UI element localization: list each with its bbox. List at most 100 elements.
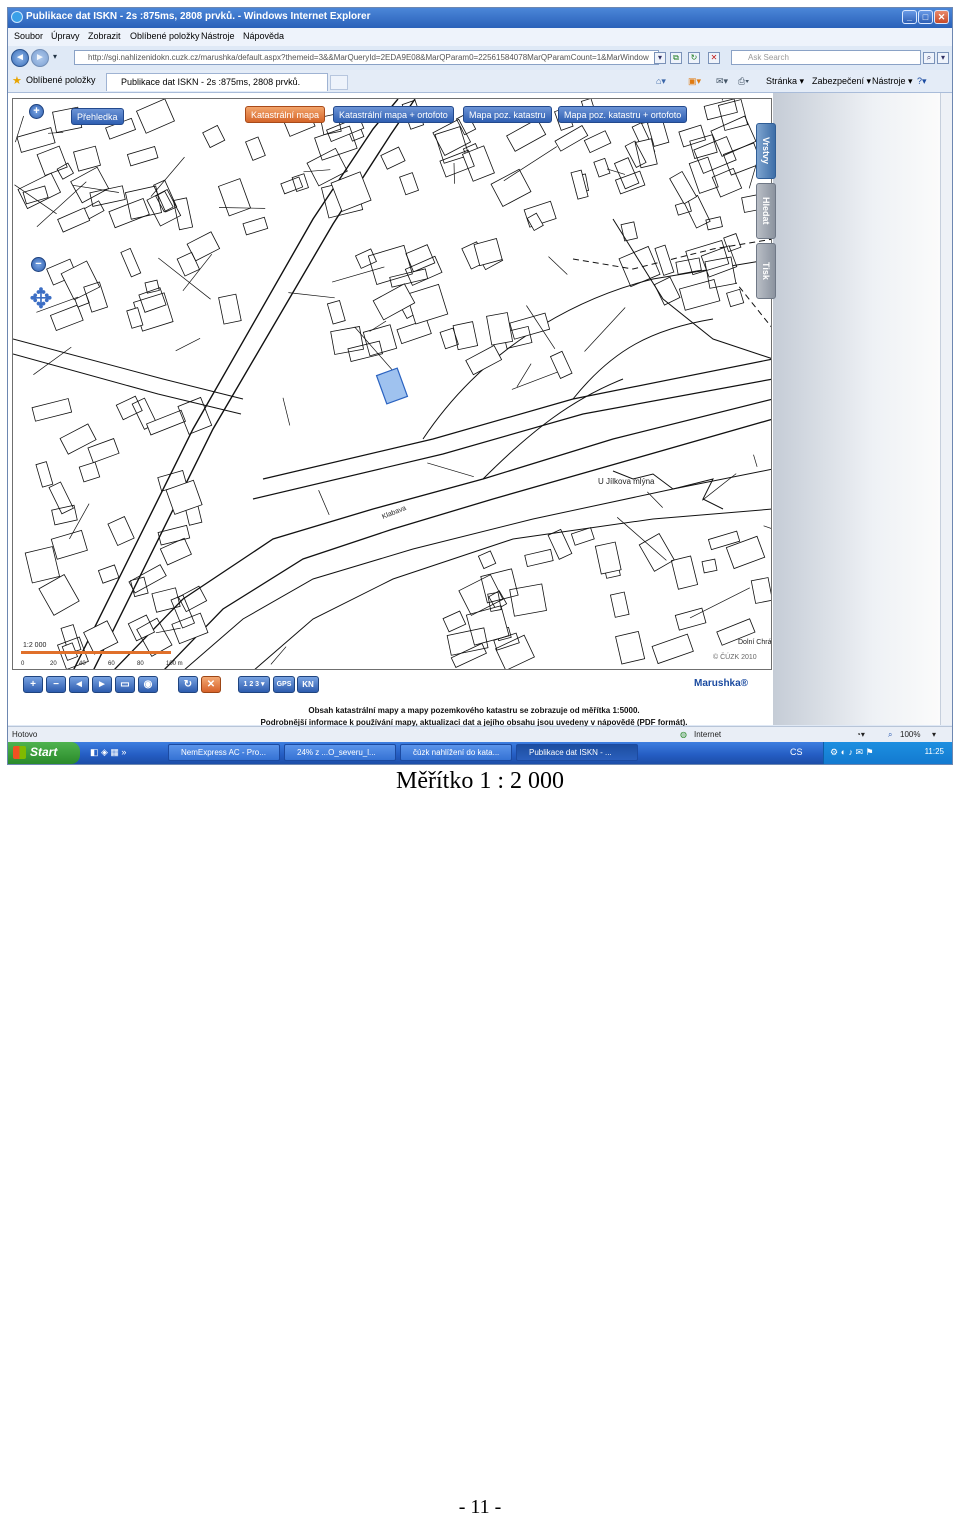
tool-zoom-rect[interactable]: ▭ [115,676,135,693]
tab-publikace[interactable]: Publikace dat ISKN - 2s :875ms, 2808 prv… [106,73,328,91]
parcel [16,127,56,153]
tab-mapa-poz-katastru-ortofoto[interactable]: Mapa poz. katastru + ortofoto [558,106,688,123]
tab-katastralni-mapa-ortofoto[interactable]: Katastrální mapa + ortofoto [333,106,454,123]
parcel [389,268,429,288]
tool-info[interactable]: ◉ [138,676,158,693]
parcel [723,233,742,253]
parcel-boundary [175,337,201,352]
start-button[interactable]: Start [8,742,80,764]
cmd-stranka[interactable]: Stránka ▾ [766,76,804,87]
protected-mode-icon[interactable]: ◔▾ [856,730,865,739]
url-field[interactable]: http://sgi.nahlizenidokn.cuzk.cz/marushk… [74,50,659,65]
zoom-in-icon[interactable]: + [29,104,44,119]
tool-zoom-out[interactable]: − [46,676,66,693]
parcel [57,207,91,233]
refresh-icon[interactable]: ↻ [688,52,700,64]
task-cuzk[interactable]: čúzk nahlížení do kata... [400,744,512,761]
menu-upravy[interactable]: Úpravy [51,31,80,41]
parcel [452,321,479,351]
parcel [678,124,706,148]
language-indicator[interactable]: CS [790,747,803,757]
menu-oblibene[interactable]: Oblíbené položky [130,31,200,41]
side-tab-hledat[interactable]: Hledat [756,183,776,239]
place-label-dolni-chra: Dolní Chrá [738,639,772,646]
marushka-logo: Marushka® [694,678,749,689]
cmd-nastroje[interactable]: Nástroje ▾ [872,76,913,87]
parcel [465,344,503,376]
scale-tick-label: 80 [137,661,144,667]
tool-kn[interactable]: KN [297,676,319,693]
compatibility-icon[interactable]: ⧉ [670,52,682,64]
zoom-icon[interactable]: ⌕ [888,730,892,740]
parcel [670,555,699,590]
tab-katastralni-mapa[interactable]: Katastrální mapa [245,106,326,123]
menu-soubor[interactable]: Soubor [14,31,43,41]
task-publikace[interactable]: Publikace dat ISKN - ... [516,744,638,761]
parcel [651,633,694,665]
overview-button[interactable]: Přehledka [71,108,124,125]
scale-tick-label: 0 [21,661,25,667]
close-button[interactable]: ✕ [934,10,949,24]
side-tab-vrstvy[interactable]: Vrstvy [756,123,776,179]
parcel-boundary [548,256,568,275]
parcel-boundary [427,462,474,478]
parcel [172,197,194,231]
back-icon[interactable]: ◄ [11,49,29,67]
search-options-icon[interactable]: ▾ [937,52,949,64]
tray-icons[interactable]: ⚙ ◐ ♪ ✉ ⚑ [830,747,874,758]
parcel [583,130,612,154]
map-canvas[interactable]: U Jílkova mlýna Klabava Dolní Chrá © ČÚZ… [13,99,772,670]
print-icon[interactable]: ⎙▾ [738,76,749,87]
menu-zobrazit[interactable]: Zobrazit [88,31,121,41]
quicklaunch-icons[interactable]: ◧ ◈ ▦ » [90,747,126,758]
parcel [35,461,54,488]
cmd-zabezpeceni[interactable]: Zabezpečení ▾ [812,76,871,87]
favorites-button[interactable]: Oblíbené položky [26,75,96,85]
parcel [495,634,535,669]
tab-mapa-poz-katastru[interactable]: Mapa poz. katastru [463,106,552,123]
cmd-help[interactable]: ?▾ [917,76,927,87]
zoom-out-icon[interactable]: − [31,257,46,272]
tool-gps[interactable]: GPS [273,676,295,693]
status-bar: Hotovo ◍ Internet ◔▾ ⌕ 100% ▾ [8,726,952,743]
tool-back[interactable]: ◄ [69,676,89,693]
parcel [326,299,346,325]
parcel [217,178,252,217]
parcel [56,162,75,180]
menu-nastroje[interactable]: Nástroje [201,31,235,41]
parcel [108,197,150,229]
favorites-star-icon[interactable]: ★ [12,74,22,87]
tool-clear[interactable]: ✕ [201,676,221,693]
search-icon[interactable]: ⌕ [923,52,935,64]
menu-napoveda[interactable]: Nápověda [243,31,284,41]
parcel-boundary [332,266,385,283]
stop-icon[interactable]: ✕ [708,52,720,64]
cadastral-map[interactable]: U Jílkova mlýna Klabava Dolní Chrá © ČÚZ… [12,98,772,670]
parcel [135,99,175,134]
side-tab-tisk[interactable]: Tisk [756,243,776,299]
tool-zoom-in[interactable]: + [23,676,43,693]
forward-icon[interactable]: ► [31,49,49,67]
minimize-button[interactable]: _ [902,10,917,24]
history-dropdown-icon[interactable]: ▾ [53,52,57,61]
task-nemexpress[interactable]: NemExpress AC - Pro... [168,744,280,761]
search-input[interactable]: Ask Search [731,50,921,65]
parcel [126,145,159,167]
parcel [330,326,364,355]
tool-refresh[interactable]: ↻ [178,676,198,693]
pan-compass-icon[interactable]: ✥ [21,279,61,319]
maximize-button[interactable]: □ [918,10,933,24]
new-tab-button[interactable] [330,75,348,90]
tool-forward[interactable]: ► [92,676,112,693]
tool-measure[interactable]: 1 2 3 ▾ [238,676,270,693]
parcel-boundary [763,525,771,529]
url-dropdown-icon[interactable]: ▾ [654,52,666,64]
home-icon[interactable]: ⌂▾ [656,76,666,87]
zoom-dropdown-icon[interactable]: ▾ [932,730,936,739]
zoom-level[interactable]: 100% [900,730,920,739]
parcel [186,231,221,262]
feeds-icon[interactable]: ▣▾ [688,76,701,87]
task-download[interactable]: 24% z ...O_severu_l... [284,744,396,761]
mail-icon[interactable]: ✉▾ [716,76,728,87]
page-scrollbar[interactable] [940,93,952,725]
